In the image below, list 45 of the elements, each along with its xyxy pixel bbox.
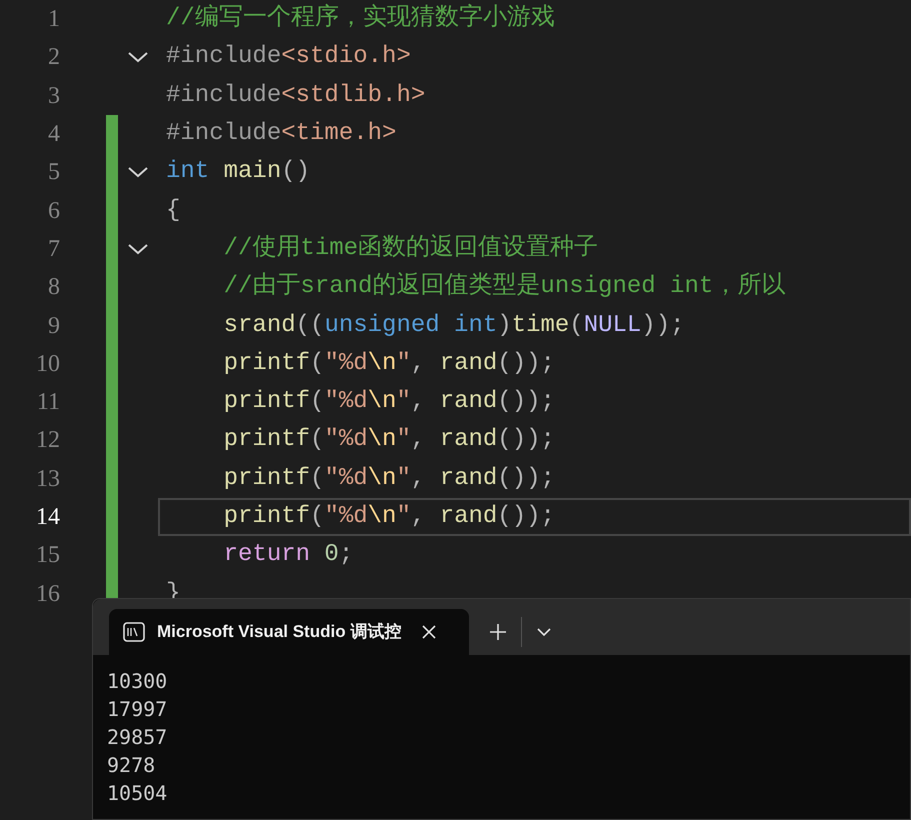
- code-line: #include<time.h>: [166, 119, 396, 150]
- code-line: #include<stdio.h>: [166, 42, 411, 72]
- line-number: 3: [47, 82, 60, 111]
- code-line: //编写一个程序，实现猜数字小游戏: [166, 2, 555, 34]
- chevron-down-icon[interactable]: [127, 165, 149, 180]
- line-number: 2: [47, 43, 60, 72]
- code-line: int main(): [166, 157, 310, 188]
- code-line: #include<stdlib.h>: [166, 80, 426, 111]
- line-number: 15: [35, 541, 60, 570]
- code-line: //由于srand的返回值类型是unsigned int，所以: [222, 271, 786, 302]
- console-output-line: 9278: [107, 752, 156, 779]
- code-line: printf("%d\n", rand());: [222, 502, 555, 532]
- chevron-down-icon[interactable]: [127, 50, 149, 64]
- line-number: 10: [35, 350, 60, 379]
- line-number: 11: [36, 388, 60, 418]
- plus-icon[interactable]: [489, 623, 507, 641]
- terminal-icon: [123, 622, 145, 642]
- console-output-line: 10504: [107, 780, 168, 807]
- code-line: printf("%d\n", rand());: [222, 387, 555, 418]
- line-number: 12: [35, 426, 60, 456]
- code-line: printf("%d\n", rand());: [222, 425, 555, 456]
- console-output-line: 29857: [107, 724, 168, 751]
- console-tab[interactable]: Microsoft Visual Studio 调试控: [109, 609, 469, 655]
- close-icon[interactable]: [421, 624, 438, 640]
- line-number: 4: [47, 120, 60, 150]
- line-number: 8: [47, 273, 60, 302]
- code-line: return 0;: [222, 540, 354, 570]
- line-number: 9: [47, 312, 60, 341]
- console-output-line: 17997: [107, 696, 168, 723]
- chevron-down-icon[interactable]: [536, 627, 552, 637]
- line-number: 1: [47, 5, 60, 34]
- console-output-line: 10300: [107, 668, 168, 695]
- line-number: 6: [47, 196, 60, 226]
- chevron-down-icon[interactable]: [127, 242, 149, 256]
- tab-title: Microsoft Visual Studio 调试控: [157, 621, 402, 644]
- code-line: srand((unsigned int)time(NULL));: [222, 310, 685, 341]
- line-number: 16: [35, 580, 60, 609]
- code-line: printf("%d\n", rand());: [222, 348, 555, 379]
- line-number: 5: [47, 158, 60, 188]
- code-line: //使用time函数的返回值设置种子: [222, 233, 598, 264]
- code-line: printf("%d\n", rand());: [222, 464, 555, 494]
- line-number: 14: [35, 503, 60, 532]
- line-number: 13: [35, 464, 60, 494]
- line-number: 7: [47, 234, 60, 264]
- code-line: {: [166, 196, 180, 226]
